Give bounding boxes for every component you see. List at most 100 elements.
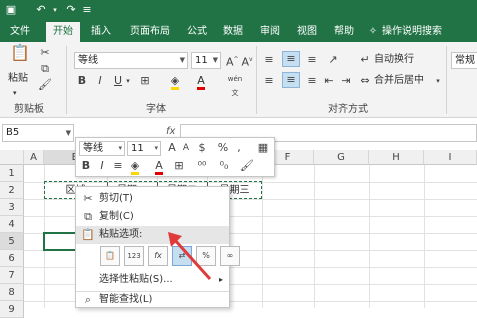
merge-center-icon: ⇔ — [360, 74, 370, 87]
decrease-decimal-icon[interactable]: ⁰₀ — [216, 159, 232, 173]
undo-dropdown-icon[interactable]: ▾ — [48, 3, 62, 17]
percent-icon[interactable]: % — [217, 141, 229, 155]
tab-page-layout[interactable]: 页面布局 — [122, 22, 178, 42]
fill-color-icon[interactable]: ◈ — [128, 159, 142, 175]
tab-insert[interactable]: 插入 — [86, 22, 116, 42]
format-painter-icon[interactable]: 🖌 — [240, 159, 254, 173]
paste-dropdown-icon[interactable]: ▾ — [13, 86, 17, 100]
mini-font-size-select[interactable]: 11 ▾ — [127, 141, 161, 156]
underline-icon[interactable]: U — [112, 74, 124, 88]
decrease-font-icon[interactable]: A — [180, 141, 192, 155]
cut-icon[interactable]: ✂ — [38, 46, 52, 60]
align-center-icon[interactable]: ≡ — [282, 72, 300, 88]
italic-icon[interactable]: I — [94, 74, 106, 88]
row-header[interactable]: 1 — [0, 165, 24, 182]
font-name-select[interactable]: 等线 ▼ — [74, 52, 188, 69]
group-divider — [446, 46, 447, 114]
align-left-icon[interactable]: ≡ — [262, 74, 276, 88]
mini-font-name-value: 等线 — [83, 143, 103, 154]
font-name-value: 等线 — [78, 55, 98, 66]
mini-font-name-select[interactable]: 等线 ▾ — [79, 141, 125, 156]
redo-icon[interactable]: ↷ — [64, 3, 78, 17]
tab-help[interactable]: 帮助 — [329, 22, 359, 42]
increase-decimal-icon[interactable]: ⁰⁰ — [194, 159, 210, 173]
increase-indent-icon[interactable]: ⇥ — [339, 74, 353, 88]
number-format-select[interactable]: 常规 — [451, 52, 477, 69]
comma-icon[interactable]: , — [234, 141, 244, 155]
bold-icon[interactable]: B — [80, 159, 92, 173]
paste-button[interactable]: 粘贴 — [8, 72, 28, 86]
tab-formulas[interactable]: 公式 — [182, 22, 212, 42]
name-box[interactable]: B5 ▼ — [2, 124, 74, 142]
tab-home[interactable]: 开始 — [46, 22, 80, 42]
copy-icon[interactable]: ⧉ — [38, 62, 52, 76]
wrap-text-button[interactable]: 自动换行 — [374, 53, 414, 67]
select-all-corner[interactable] — [0, 150, 24, 165]
tab-review[interactable]: 审阅 — [255, 22, 285, 42]
menu-item-label: 剪切(T) — [99, 193, 133, 204]
tab-tell-me[interactable]: 操作说明搜索 — [382, 22, 462, 42]
align-middle-icon[interactable]: ≡ — [282, 51, 300, 67]
merge-center-button[interactable]: 合并后居中 — [374, 74, 424, 88]
mini-toolbar: 等线 ▾ 11 ▾ A A $ % , ▦ B I ≡ ◈ A ⊞ ⁰⁰ ⁰₀ … — [75, 137, 275, 177]
paste-option-values[interactable]: 123 — [124, 246, 144, 266]
align-top-icon[interactable]: ≡ — [262, 53, 276, 67]
column-header[interactable]: I — [424, 150, 477, 165]
font-size-value: 11 — [195, 55, 208, 66]
row-header[interactable]: 7 — [0, 267, 24, 284]
decrease-indent-icon[interactable]: ⇤ — [322, 74, 336, 88]
row-header[interactable]: 6 — [0, 250, 24, 267]
row-header[interactable]: 4 — [0, 216, 24, 233]
ribbon: 📋 粘贴 ▾ ✂ ⧉ 🖌 剪贴板 等线 ▼ 11 ▼ A^ Av B I U ▾… — [0, 42, 477, 118]
italic-icon[interactable]: I — [96, 159, 108, 173]
undo-icon[interactable]: ↶ — [34, 3, 48, 17]
fill-color-icon[interactable]: ◈ — [168, 74, 182, 90]
chevron-down-icon[interactable]: ▾ — [124, 74, 132, 88]
borders-icon[interactable]: ⊞ — [138, 74, 152, 88]
increase-font-icon[interactable]: A — [166, 141, 178, 155]
decrease-font-icon[interactable]: Av — [241, 53, 253, 70]
align-bottom-icon[interactable]: ≡ — [305, 53, 319, 67]
paste-icon[interactable]: 📋 — [10, 45, 30, 66]
orientation-icon[interactable]: ↗ — [325, 53, 341, 67]
currency-icon[interactable]: $ — [195, 141, 209, 155]
row-header[interactable]: 5 — [0, 233, 24, 250]
paste-option-link[interactable]: ∞ — [220, 246, 240, 266]
menu-item-copy[interactable]: ⧉ 复制(C) — [76, 208, 229, 226]
menu-item-cut[interactable]: ✂ 剪切(T) — [76, 190, 229, 208]
row-header[interactable]: 8 — [0, 284, 24, 301]
chevron-down-icon: ▼ — [179, 56, 185, 64]
ribbon-tabs: 文件 开始 插入 页面布局 公式 数据 审阅 视图 帮助 ✧ 操作说明搜索 — [0, 20, 477, 42]
row-header[interactable]: 3 — [0, 199, 24, 216]
font-size-select[interactable]: 11 ▼ — [191, 52, 221, 69]
borders-icon[interactable]: ⊞ — [172, 159, 186, 173]
phonetic-icon[interactable]: wén 文 — [226, 72, 244, 100]
fx-label[interactable]: fx — [166, 126, 175, 137]
align-center-icon[interactable]: ≡ — [112, 159, 124, 173]
chevron-down-icon[interactable]: ▾ — [434, 74, 442, 88]
font-color-icon[interactable]: A — [194, 74, 208, 90]
increase-font-icon[interactable]: A^ — [226, 53, 239, 70]
tab-file[interactable]: 文件 — [2, 22, 38, 42]
menu-item-label: 智能查找(L) — [99, 294, 153, 305]
menu-item-smart-lookup[interactable]: ⌕ 智能查找(L) — [76, 292, 229, 308]
row-header[interactable]: 2 — [0, 182, 24, 199]
bold-icon[interactable]: B — [76, 74, 88, 88]
tab-data[interactable]: 数据 — [218, 22, 248, 42]
annotation-arrow — [168, 232, 212, 281]
save-icon[interactable]: ▣ — [4, 3, 18, 17]
format-cells-icon[interactable]: ▦ — [256, 141, 270, 155]
align-right-icon[interactable]: ≡ — [305, 74, 319, 88]
font-color-icon[interactable]: A — [152, 159, 166, 175]
format-painter-icon[interactable]: 🖌 — [38, 78, 52, 92]
customize-icon[interactable]: ≡ — [80, 3, 94, 17]
chevron-down-icon: ▼ — [212, 56, 218, 64]
alignment-group-label: 对齐方式 — [328, 104, 368, 115]
column-header[interactable]: H — [369, 150, 424, 165]
paste-option-paste[interactable]: 📋 — [100, 246, 120, 266]
column-header[interactable]: A — [24, 150, 44, 165]
column-header[interactable]: G — [314, 150, 369, 165]
tab-view[interactable]: 视图 — [292, 22, 322, 42]
menu-item-label: 粘贴选项: — [99, 229, 143, 240]
row-header[interactable]: 9 — [0, 301, 24, 318]
